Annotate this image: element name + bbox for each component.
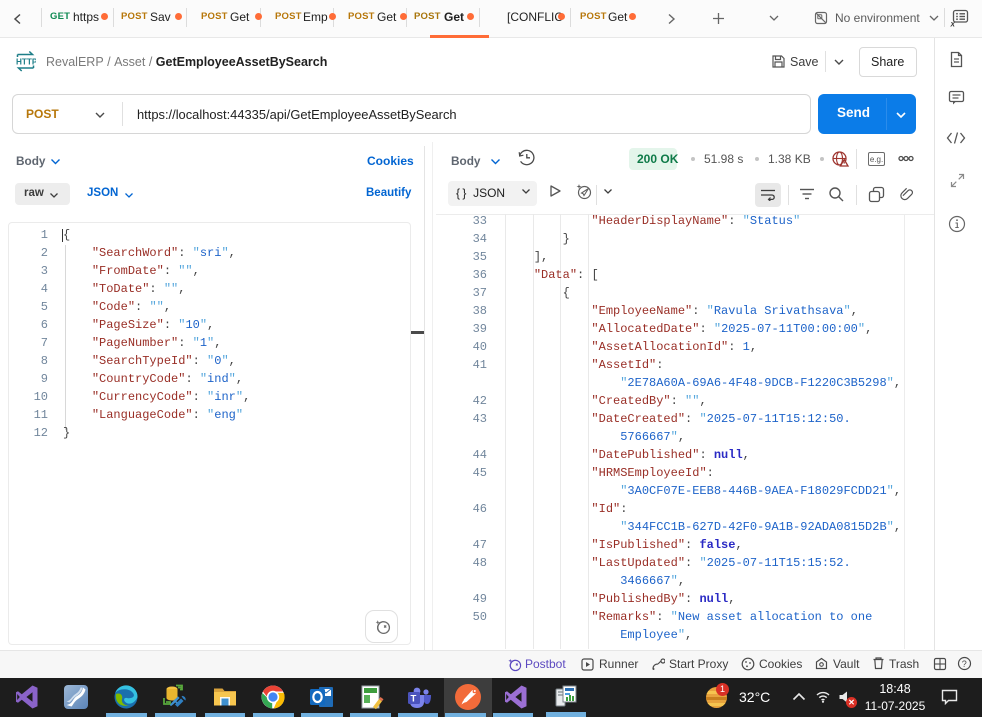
svg-text:x: x [950, 20, 956, 28]
svg-text:HTTP: HTTP [16, 57, 36, 66]
svg-text:T: T [411, 694, 417, 705]
svg-text:?: ? [962, 659, 967, 669]
